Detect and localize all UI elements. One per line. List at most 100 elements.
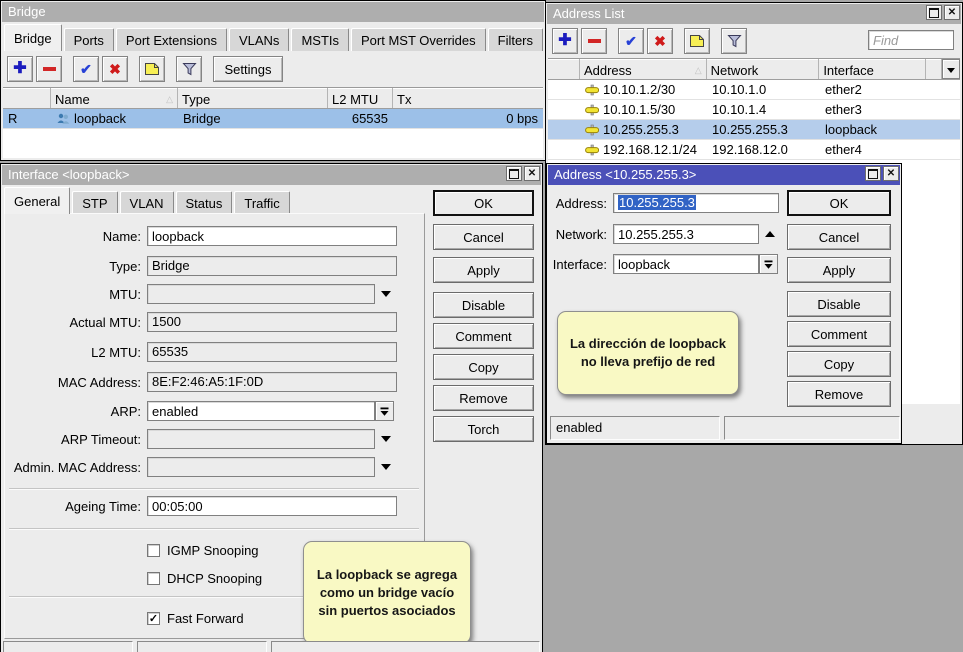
fast-forward-checkbox[interactable]: ✓ <box>147 612 160 625</box>
address-list-titlebar[interactable]: Address List <box>547 4 961 24</box>
column-type[interactable]: Type <box>178 88 328 108</box>
tab-mstis[interactable]: MSTIs <box>291 28 349 51</box>
disable-button[interactable]: Disable <box>433 292 534 318</box>
name-input[interactable] <box>147 226 397 246</box>
tab-vlan[interactable]: VLAN <box>120 191 174 214</box>
disable-button[interactable]: ✖ <box>647 28 673 54</box>
maximize-button[interactable] <box>865 166 881 181</box>
network-input[interactable] <box>613 224 759 244</box>
bridge-toolbar: ✚ ✔ ✖ Settings <box>3 54 543 85</box>
table-row[interactable]: 10.10.1.5/30 10.10.1.4 ether3 <box>548 100 960 120</box>
filter-button[interactable] <box>721 28 747 54</box>
torch-button[interactable]: Torch <box>433 416 534 442</box>
igmp-snooping-row: IGMP Snooping <box>147 540 259 560</box>
remove-button[interactable] <box>36 56 62 82</box>
column-select-button[interactable] <box>942 59 960 79</box>
enable-button[interactable]: ✔ <box>618 28 644 54</box>
maximize-icon <box>868 169 878 179</box>
settings-button[interactable]: Settings <box>213 56 283 82</box>
remove-button[interactable]: Remove <box>433 385 534 411</box>
ok-button[interactable]: OK <box>787 190 891 216</box>
tab-traffic[interactable]: Traffic <box>234 191 289 214</box>
tab-filters[interactable]: Filters <box>488 28 543 51</box>
igmp-snooping-checkbox[interactable] <box>147 544 160 557</box>
mac-address-label: MAC Address: <box>1 375 141 390</box>
address-input[interactable]: 10.255.255.3 <box>613 193 779 213</box>
maximize-button[interactable] <box>506 166 522 181</box>
close-button[interactable]: ✕ <box>883 166 899 181</box>
filter-button[interactable] <box>176 56 202 82</box>
interface-combo-input[interactable] <box>613 254 759 274</box>
mac-address-value: 8E:F2:46:A5:1F:0D <box>147 372 397 392</box>
apply-button[interactable]: Apply <box>787 257 891 283</box>
maximize-button[interactable] <box>926 5 942 20</box>
arp-combo-input[interactable] <box>147 401 375 421</box>
column-name[interactable]: Name△ <box>51 88 178 108</box>
interface-combo-button[interactable] <box>759 254 778 274</box>
table-row[interactable]: 192.168.12.1/24 192.168.12.0 ether4 <box>548 140 960 160</box>
ageing-time-label: Ageing Time: <box>1 499 141 514</box>
tab-port-extensions[interactable]: Port Extensions <box>116 28 227 51</box>
remove-button[interactable] <box>581 28 607 54</box>
address-dialog: Address <10.255.255.3> ✕ Address: 10.255… <box>546 163 902 444</box>
dropdown-arrow-icon[interactable] <box>381 291 391 297</box>
fast-forward-row: ✓ Fast Forward <box>147 608 244 628</box>
comment-button[interactable]: Comment <box>787 321 891 347</box>
comment-button[interactable]: Comment <box>433 323 534 349</box>
column-flags[interactable] <box>3 88 51 108</box>
comment-button[interactable] <box>139 56 165 82</box>
disable-button[interactable]: ✖ <box>102 56 128 82</box>
table-row[interactable]: 10.255.255.3 10.255.255.3 loopback <box>548 120 960 140</box>
dropdown-arrow-icon[interactable] <box>381 464 391 470</box>
tab-vlans[interactable]: VLANs <box>229 28 289 51</box>
column-interface[interactable]: Interface <box>819 59 926 79</box>
address-dialog-titlebar[interactable]: Address <10.255.255.3> <box>548 165 900 185</box>
column-flags[interactable] <box>548 59 580 79</box>
actual-mtu-field-row: Actual MTU: 1500 <box>1 312 397 332</box>
close-button[interactable]: ✕ <box>944 5 960 20</box>
status-cell <box>137 641 267 652</box>
window-title: Interface <loopback> <box>8 167 129 182</box>
tab-ports[interactable]: Ports <box>64 28 114 51</box>
dhcp-snooping-checkbox[interactable] <box>147 572 160 585</box>
add-button[interactable]: ✚ <box>552 28 578 54</box>
dropdown-bar-arrow-icon <box>379 406 390 417</box>
table-row[interactable]: R loopback Bridge 65535 0 bps <box>3 109 543 129</box>
ok-button[interactable]: OK <box>433 190 534 216</box>
tab-general[interactable]: General <box>4 187 70 214</box>
find-input[interactable] <box>868 30 954 50</box>
dropdown-arrow-icon[interactable] <box>381 436 391 442</box>
copy-button[interactable]: Copy <box>787 351 891 377</box>
address-label: Address: <box>551 196 607 211</box>
copy-button[interactable]: Copy <box>433 354 534 380</box>
remove-button[interactable]: Remove <box>787 381 891 407</box>
ageing-time-input[interactable] <box>147 496 397 516</box>
column-network[interactable]: Network <box>707 59 820 79</box>
cancel-button[interactable]: Cancel <box>433 224 534 250</box>
enable-button[interactable]: ✔ <box>73 56 99 82</box>
spinner-up-icon[interactable] <box>765 231 775 237</box>
column-tx[interactable]: Tx <box>393 88 543 108</box>
bridge-titlebar[interactable]: Bridge <box>2 2 544 22</box>
loopback-bridge-note: La loopback se agrega como un bridge vac… <box>303 541 471 644</box>
column-address[interactable]: Address△ <box>580 59 707 79</box>
close-button[interactable]: ✕ <box>524 166 540 181</box>
disable-button[interactable]: Disable <box>787 291 891 317</box>
arp-combo-button[interactable] <box>375 401 394 421</box>
plus-icon: ✚ <box>13 61 26 77</box>
apply-button[interactable]: Apply <box>433 257 534 283</box>
tab-status[interactable]: Status <box>176 191 233 214</box>
column-l2mtu[interactable]: L2 MTU <box>328 88 393 108</box>
interface-dialog-titlebar[interactable]: Interface <loopback> <box>2 165 541 185</box>
interface-dialog: Interface <loopback> ✕ General STP VLAN … <box>0 163 543 652</box>
address-field-row: Address: 10.255.255.3 <box>551 193 779 213</box>
tab-bridge[interactable]: Bridge <box>4 24 62 51</box>
cancel-button[interactable]: Cancel <box>787 224 891 250</box>
table-row[interactable]: 10.10.1.2/30 10.10.1.0 ether2 <box>548 80 960 100</box>
tab-port-mst-overrides[interactable]: Port MST Overrides <box>351 28 486 51</box>
funnel-icon <box>182 62 197 76</box>
comment-button[interactable] <box>684 28 710 54</box>
tab-stp[interactable]: STP <box>72 191 117 214</box>
bridge-table-header: Name△ Type L2 MTU Tx <box>3 88 543 109</box>
add-button[interactable]: ✚ <box>7 56 33 82</box>
